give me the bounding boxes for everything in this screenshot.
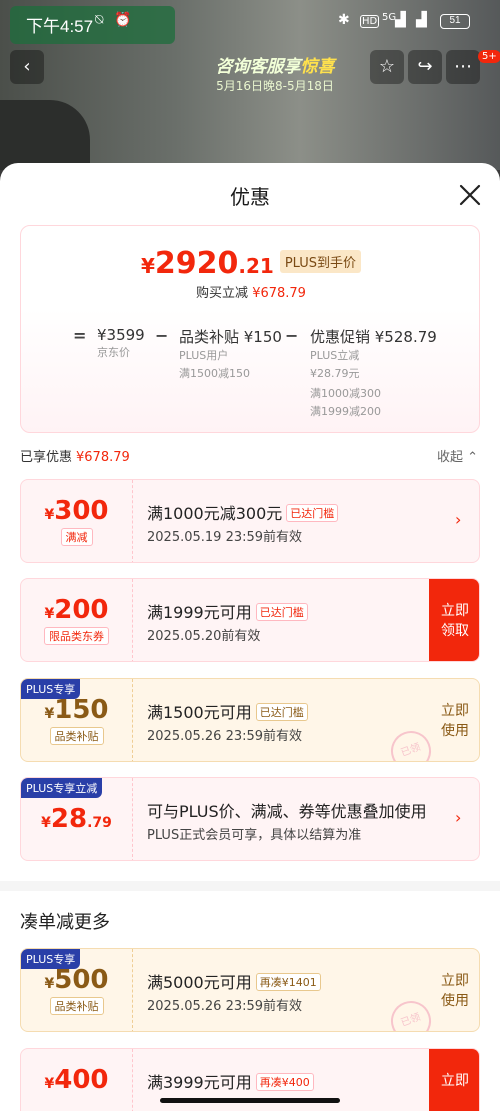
coupon-card: ¥200 限品类东券 满1999元可用 已达门槛 2025.05.20前有效 立即…: [20, 578, 480, 662]
coupon-card[interactable]: ¥28.79 PLUS专享立减 可与PLUS价、满减、券等优惠叠加使用 PLUS…: [20, 777, 480, 861]
use-coupon-button[interactable]: 立即 使用: [429, 949, 479, 1031]
coupon-validity: 2025.05.19 23:59前有效: [147, 530, 303, 545]
claim-coupon-button[interactable]: 立即 领取: [429, 579, 479, 661]
coupon-amount: 150: [54, 695, 109, 725]
more-button[interactable]: ⋯: [446, 50, 480, 84]
coupon-amount: 400: [54, 1065, 109, 1095]
share-button[interactable]: ↪: [408, 50, 442, 84]
coupon-condition: 满1000元减300元 已达门槛: [147, 500, 339, 524]
coupon-amount: 300: [54, 496, 109, 526]
threshold-badge: 已达门槛: [286, 504, 339, 522]
discount-sheet: 优惠 ¥2920.21 PLUS到手价 购买立减 ¥678.79 = ¥3599 …: [0, 163, 500, 1111]
plus-tag: PLUS专享立减: [21, 778, 103, 798]
coupon-condition: 满1999元可用 已达门槛: [147, 599, 308, 623]
coupon-amount: 28: [50, 804, 88, 834]
alarm-icon: ⏰: [114, 12, 132, 28]
banner-date: 5月16日晚8-5月18日: [216, 79, 334, 93]
coupon-validity: 2025.05.26 23:59前有效: [147, 999, 303, 1014]
coupon-type: 品类补贴: [49, 997, 104, 1015]
purchase-reduction: 购买立减 ¥678.79: [196, 286, 306, 301]
coupon-validity: 2025.05.26 23:59前有效: [147, 729, 303, 744]
mute-icon: ⍉: [95, 12, 104, 28]
gap-badge: 再凑¥400: [255, 1073, 314, 1091]
chevron-up-icon: ⌃: [467, 450, 479, 465]
coupon-amount: 200: [54, 595, 109, 625]
sheet-title: 优惠: [230, 185, 270, 209]
close-icon[interactable]: [456, 181, 484, 209]
promo-banner[interactable]: 咨询客服享惊喜 5月16日晚8-5月18日: [175, 52, 375, 98]
coupon-amount: 500: [54, 965, 109, 995]
formula-category-subsidy: 品类补贴 ¥150 PLUS用户 满1500减150: [179, 328, 282, 380]
section-divider: [0, 881, 500, 891]
gap-badge: 再凑¥1401: [255, 973, 321, 991]
plus-tag: PLUS专享: [21, 679, 81, 699]
price-summary-card: ¥2920.21 PLUS到手价 购买立减 ¥678.79 = ¥3599 京东价…: [20, 225, 480, 433]
coupon-condition: 满1500元可用 已达门槛: [147, 699, 308, 723]
coupon-card: ¥500 品类补贴 PLUS专享 满5000元可用 再凑¥1401 2025.05…: [20, 948, 480, 1032]
claim-coupon-button[interactable]: 立即: [429, 1049, 479, 1111]
formula-equals: =: [73, 326, 87, 345]
signal-icon-2: ▟: [416, 12, 427, 28]
formula-minus-1: −: [155, 326, 169, 345]
formula-minus-2: −: [285, 326, 299, 345]
chevron-right-icon: ›: [455, 808, 462, 827]
back-button[interactable]: ‹: [10, 50, 44, 84]
use-coupon-button[interactable]: 立即 使用: [429, 679, 479, 761]
favorite-button[interactable]: ☆: [370, 50, 404, 84]
coupon-card: ¥150 品类补贴 PLUS专享 满1500元可用 已达门槛 2025.05.26…: [20, 678, 480, 762]
coupon-validity: 2025.05.20前有效: [147, 629, 261, 644]
coupon-condition: 可与PLUS价、满减、券等优惠叠加使用: [147, 802, 427, 821]
formula-base-price: ¥3599 京东价: [97, 326, 145, 359]
coupon-condition: 满5000元可用 再凑¥1401: [147, 969, 321, 993]
bluetooth-icon: ✱: [338, 12, 350, 28]
plus-price-tag: PLUS到手价: [279, 250, 362, 273]
final-price: ¥2920.21 PLUS到手价: [21, 246, 481, 281]
coupon-type: 品类补贴: [49, 727, 104, 745]
chevron-right-icon: ›: [455, 510, 462, 529]
threshold-badge: 已达门槛: [255, 703, 308, 721]
collapse-toggle[interactable]: 收起 ⌃: [437, 446, 478, 465]
coupon-type: 满减: [60, 528, 93, 546]
signal-icon: ▟: [395, 12, 406, 28]
formula-promotion: 优惠促销 ¥528.79 PLUS立减 ¥28.79元 满1000减300 满1…: [310, 328, 437, 418]
threshold-badge: 已达门槛: [255, 603, 308, 621]
plus-tag: PLUS专享: [21, 949, 81, 969]
status-bar: 下午4:57 ⍉ ⏰ ✱ HD 5G ▟ ▟ 51: [0, 0, 500, 44]
coupon-card[interactable]: ¥300 满减 满1000元减300元 已达门槛 2025.05.19 23:59…: [20, 479, 480, 563]
background-shape: [0, 100, 90, 170]
home-indicator[interactable]: [160, 1098, 340, 1103]
banner-title: 咨询客服享惊喜: [215, 57, 335, 77]
network-label: 5G: [382, 12, 397, 23]
coupon-condition: 满3999元可用 再凑¥400: [147, 1069, 314, 1093]
coupon-amount-block: ¥300 满减: [21, 480, 133, 562]
coupon-amount-block: ¥200 限品类东券: [21, 579, 133, 661]
coupon-note: PLUS正式会员可享，具体以结算为准: [147, 828, 362, 843]
status-time: 下午4:57: [26, 17, 94, 36]
cart-count-badge: 5+: [478, 50, 500, 63]
hd-icon: HD: [360, 15, 380, 28]
battery-icon: 51: [440, 14, 470, 29]
coupon-amount-block: ¥400: [21, 1049, 133, 1111]
enjoyed-discount: 已享优惠 ¥678.79: [20, 450, 130, 465]
more-discounts-title: 凑单减更多: [20, 912, 110, 933]
coupon-type: 限品类东券: [44, 627, 109, 645]
